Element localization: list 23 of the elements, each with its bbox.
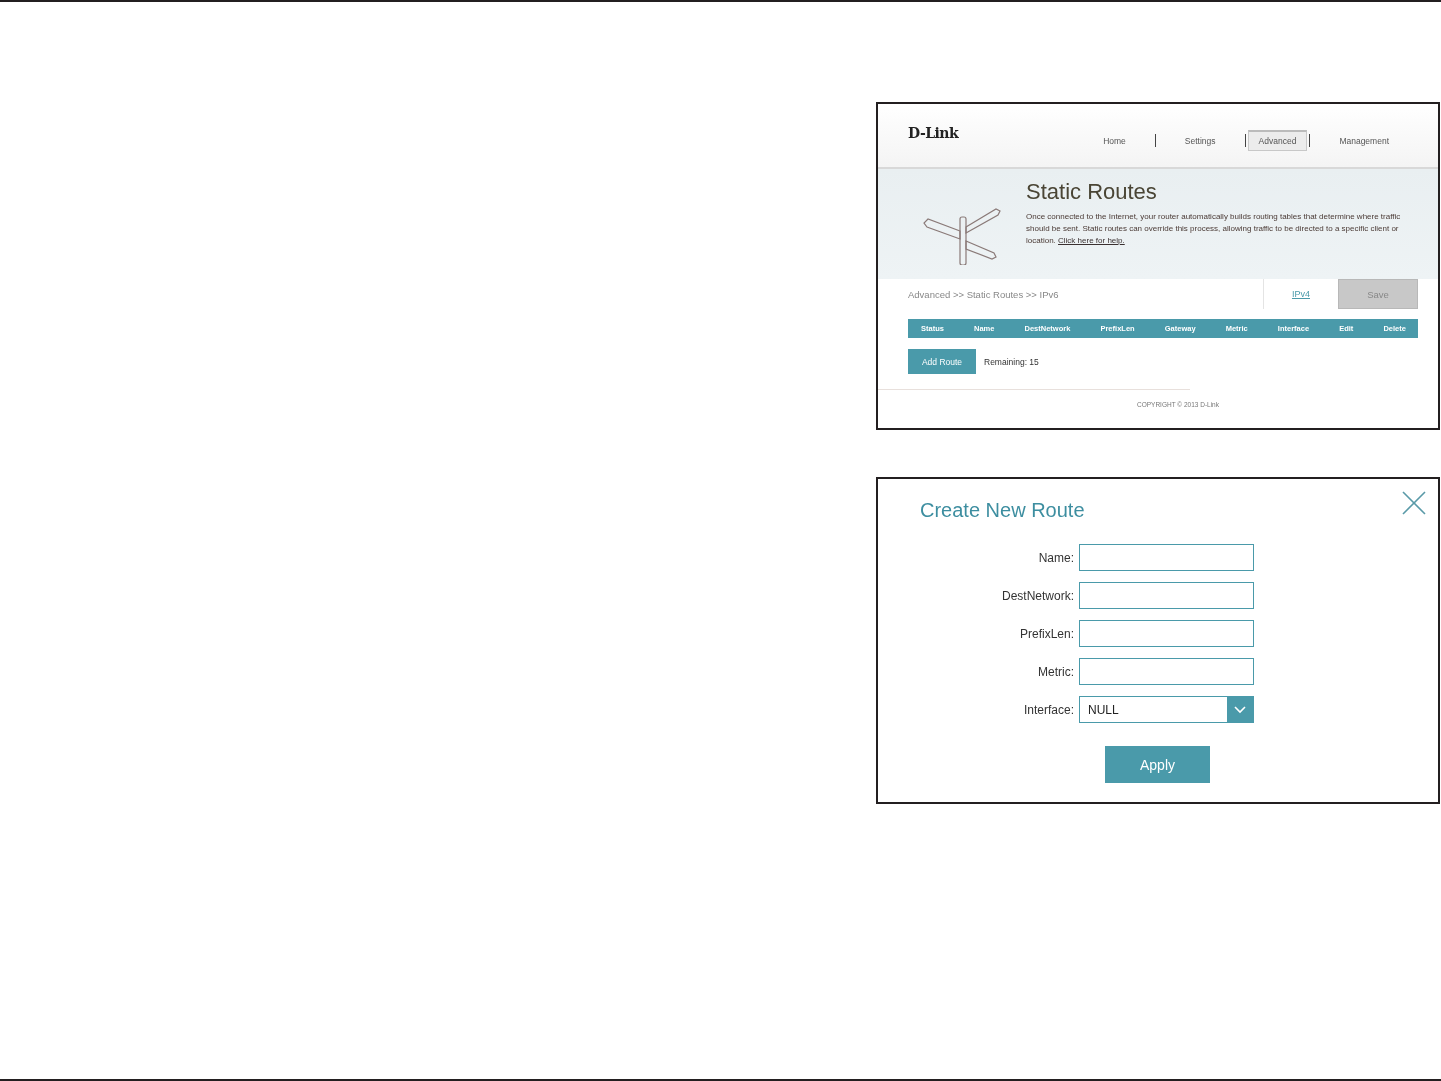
logo: D-Link (908, 124, 959, 141)
nav-tab[interactable]: Home (1092, 130, 1137, 151)
chevron-down-icon (1234, 705, 1246, 714)
nav-tab[interactable]: Management (1328, 130, 1400, 151)
field-label: Metric: (1037, 664, 1074, 679)
page-title: Static Routes (1026, 179, 1158, 205)
dropdown[interactable]: NULL (1079, 696, 1254, 723)
description-text: Once connected to the Internet, your router automatically builds routing tables that determine where traffic should be sent. Static routes can override this process, allowing traffic to be directed to a specific client or location. Click here for help. (1026, 211, 1402, 247)
breadcrumb: Advanced >> Static Routes >> IPv6 (908, 288, 1059, 300)
remaining-count: Remaining: 15 (984, 356, 1039, 367)
input-field[interactable] (1079, 544, 1254, 571)
input-field[interactable] (1079, 658, 1254, 685)
nav-tab[interactable]: Settings (1173, 130, 1227, 151)
field-label: DestNetwork: (1000, 588, 1074, 603)
field-label: PrefixLen: (1018, 626, 1074, 641)
input-field[interactable] (1079, 582, 1254, 609)
dialog-title: Create New Route (920, 499, 1085, 523)
input-field[interactable] (1079, 620, 1254, 647)
nav-tab[interactable]: Advanced (1247, 130, 1308, 151)
field-label: Name: (1037, 550, 1074, 565)
close-icon[interactable] (1402, 491, 1426, 515)
help-link[interactable]: Click here for help. (1058, 236, 1125, 245)
field-label: Interface: (1022, 702, 1074, 717)
